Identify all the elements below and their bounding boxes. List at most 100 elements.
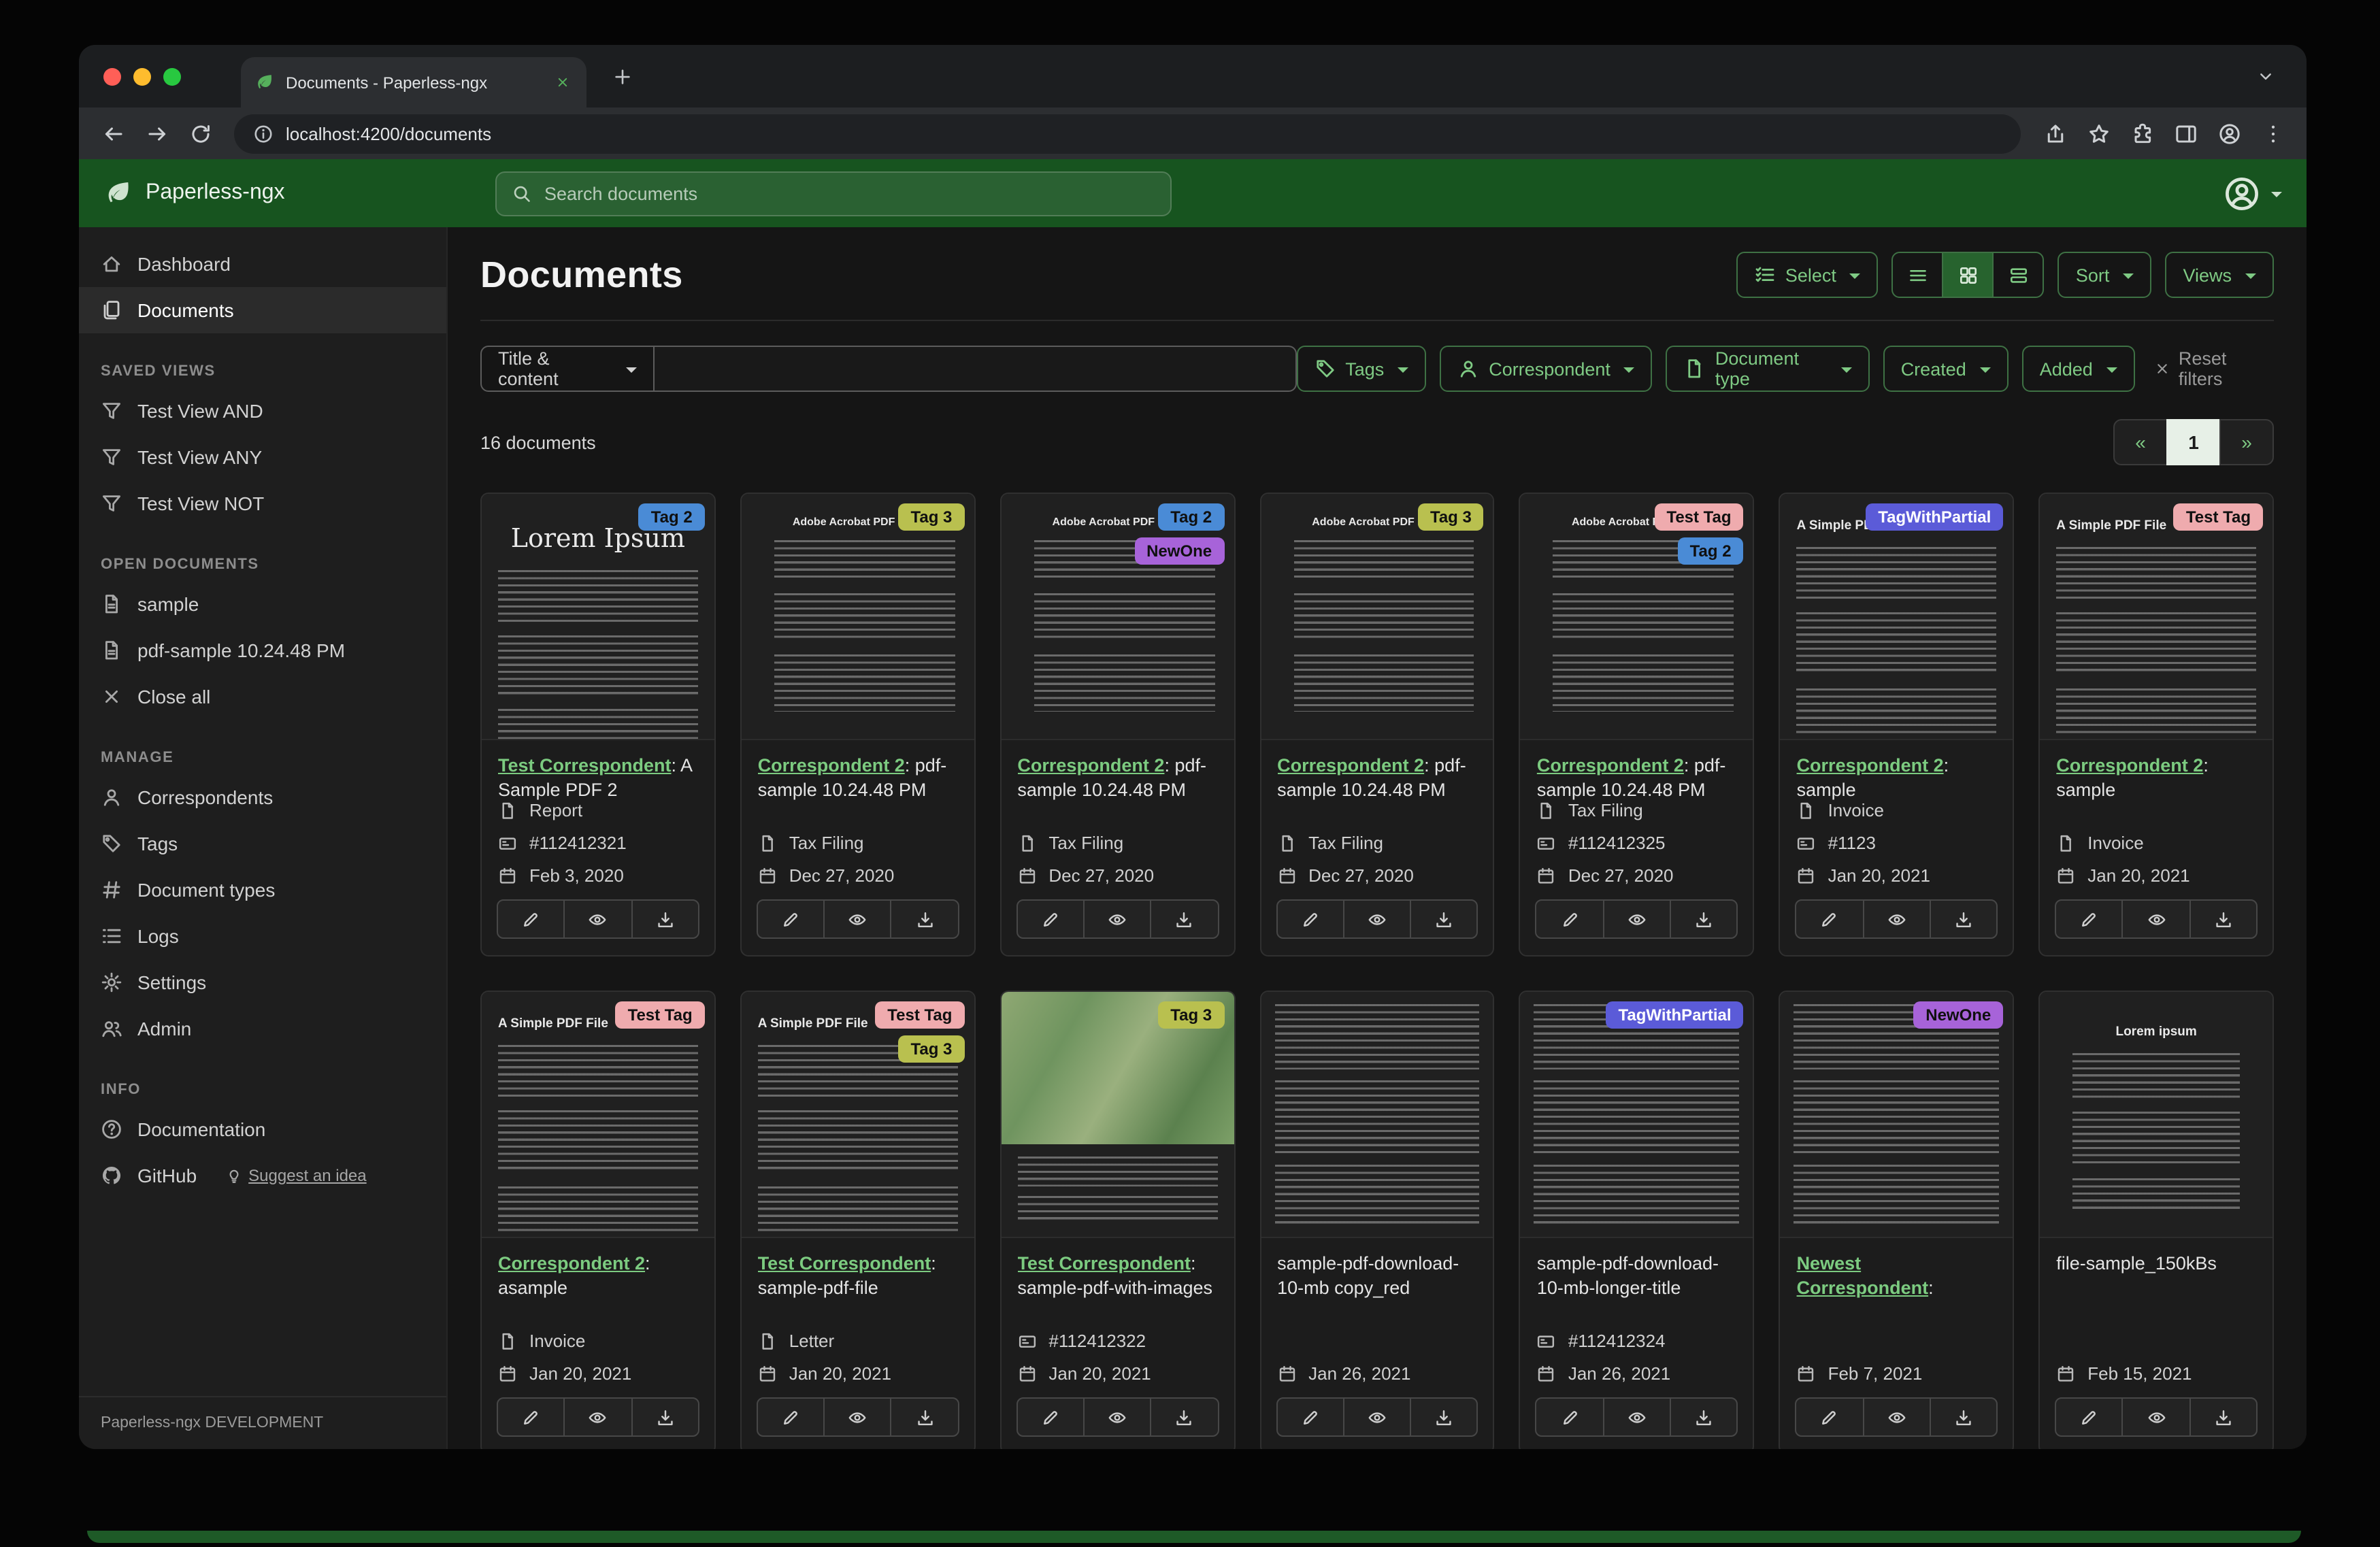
correspondent-link[interactable]: Correspondent 2 xyxy=(1017,755,1164,776)
preview-document-button[interactable] xyxy=(1342,1397,1412,1437)
sidebar-item-test-view-and[interactable]: Test View AND xyxy=(79,388,446,434)
edit-document-button[interactable] xyxy=(1795,899,1864,939)
tag-badge-tagwithpartial[interactable]: TagWithPartial xyxy=(1606,1001,1744,1029)
download-document-button[interactable] xyxy=(631,1397,699,1437)
preview-document-button[interactable] xyxy=(2121,899,2191,939)
download-document-button[interactable] xyxy=(1929,1397,1998,1437)
edit-document-button[interactable] xyxy=(497,899,565,939)
edit-document-button[interactable] xyxy=(1535,899,1604,939)
download-document-button[interactable] xyxy=(1929,899,1998,939)
document-thumbnail[interactable]: TagWithPartial xyxy=(1520,992,1753,1238)
edit-document-button[interactable] xyxy=(2055,899,2123,939)
current-page-button[interactable]: 1 xyxy=(2166,419,2221,465)
view-mode-view-list-button[interactable] xyxy=(1891,252,1944,298)
sidebar-item-documentation[interactable]: Documentation xyxy=(79,1106,446,1152)
correspondent-link[interactable]: Correspondent 2 xyxy=(758,755,905,776)
reload-button[interactable] xyxy=(180,113,220,154)
sidebar-item-documents[interactable]: Documents xyxy=(79,287,446,333)
edit-document-button[interactable] xyxy=(756,1397,825,1437)
edit-document-button[interactable] xyxy=(756,899,825,939)
user-menu-button[interactable] xyxy=(2224,175,2282,212)
document-thumbnail[interactable] xyxy=(1261,992,1493,1238)
tab-close-button[interactable] xyxy=(551,71,573,93)
sidebar-item-correspondents[interactable]: Correspondents xyxy=(79,774,446,820)
filter-document-type-button[interactable]: Document type xyxy=(1666,346,1870,392)
download-document-button[interactable] xyxy=(1410,899,1478,939)
menu-button[interactable] xyxy=(2252,113,2293,154)
correspondent-link[interactable]: Correspondent 2 xyxy=(1537,755,1684,776)
edit-document-button[interactable] xyxy=(2055,1397,2123,1437)
app-brand[interactable]: Paperless-ngx xyxy=(103,178,495,208)
preview-document-button[interactable] xyxy=(2121,1397,2191,1437)
next-page-button[interactable]: » xyxy=(2219,419,2274,465)
sidebar-item-tags[interactable]: Tags xyxy=(79,820,446,867)
previous-page-button[interactable]: « xyxy=(2113,419,2168,465)
preview-document-button[interactable] xyxy=(1082,1397,1152,1437)
address-bar[interactable]: localhost:4200/documents xyxy=(234,114,2021,153)
tag-badge-tag-3[interactable]: Tag 3 xyxy=(1158,1001,1225,1029)
browser-tab[interactable]: Documents - Paperless-ngx xyxy=(241,57,586,107)
filter-title-input[interactable] xyxy=(655,346,1297,392)
preview-document-button[interactable] xyxy=(1082,899,1152,939)
correspondent-link[interactable]: Test Correspondent xyxy=(758,1253,931,1274)
filter-tags-button[interactable]: Tags xyxy=(1296,346,1427,392)
tag-badge-tag-2[interactable]: Tag 2 xyxy=(638,503,705,531)
document-thumbnail[interactable]: A Simple PDF File Test Tag xyxy=(482,992,714,1238)
sidebar-item-test-view-not[interactable]: Test View NOT xyxy=(79,480,446,527)
document-thumbnail[interactable]: NewOne xyxy=(1780,992,2013,1238)
document-thumbnail[interactable]: Lorem Ipsum Tag 2 xyxy=(482,494,714,740)
download-document-button[interactable] xyxy=(890,899,959,939)
correspondent-link[interactable]: Correspondent 2 xyxy=(2056,755,2203,776)
sidebar-item-sample[interactable]: sample xyxy=(79,581,446,627)
tag-badge-test-tag[interactable]: Test Tag xyxy=(1654,503,1744,531)
preview-document-button[interactable] xyxy=(1862,1397,1931,1437)
document-thumbnail[interactable]: A Simple PDF File Test Tag Tag 3 xyxy=(741,992,974,1238)
edit-document-button[interactable] xyxy=(1535,1397,1604,1437)
document-thumbnail[interactable]: Adobe Acrobat PDF Files Tag 2 NewOne xyxy=(1001,494,1234,740)
preview-document-button[interactable] xyxy=(1602,1397,1671,1437)
tag-badge-test-tag[interactable]: Test Tag xyxy=(875,1001,965,1029)
download-document-button[interactable] xyxy=(1150,899,1219,939)
download-document-button[interactable] xyxy=(631,899,699,939)
sidebar-item-close-all[interactable]: Close all xyxy=(79,673,446,720)
tag-badge-newone[interactable]: NewOne xyxy=(1913,1001,2004,1029)
sidebar-item-pdf-sample-10-24-48-pm[interactable]: pdf-sample 10.24.48 PM xyxy=(79,627,446,673)
tag-badge-tag-2[interactable]: Tag 2 xyxy=(1677,537,1744,565)
filter-added-button[interactable]: Added xyxy=(2021,346,2135,392)
back-button[interactable] xyxy=(93,113,133,154)
sidebar-item-dashboard[interactable]: Dashboard xyxy=(79,241,446,287)
edit-document-button[interactable] xyxy=(1276,1397,1344,1437)
filter-correspondent-button[interactable]: Correspondent xyxy=(1440,346,1653,392)
filter-field-dropdown[interactable]: Title & content xyxy=(480,346,655,392)
preview-document-button[interactable] xyxy=(563,899,633,939)
new-tab-button[interactable] xyxy=(603,57,641,95)
tag-badge-test-tag[interactable]: Test Tag xyxy=(615,1001,705,1029)
download-document-button[interactable] xyxy=(1150,1397,1219,1437)
search-input[interactable] xyxy=(544,183,1155,203)
preview-document-button[interactable] xyxy=(1602,899,1671,939)
download-document-button[interactable] xyxy=(890,1397,959,1437)
correspondent-link[interactable]: Newest Correspondent xyxy=(1797,1253,1929,1298)
download-document-button[interactable] xyxy=(1669,899,1738,939)
view-mode-view-grid-button[interactable] xyxy=(1942,252,1994,298)
view-mode-view-details-button[interactable] xyxy=(1992,252,2045,298)
sidebar-link-suggest-an-idea[interactable]: Suggest an idea xyxy=(225,1166,367,1185)
edit-document-button[interactable] xyxy=(1016,1397,1085,1437)
tag-badge-test-tag[interactable]: Test Tag xyxy=(2173,503,2263,531)
extensions-button[interactable] xyxy=(2121,113,2162,154)
document-thumbnail[interactable]: A Simple PDF File Test Tag xyxy=(2040,494,2272,740)
tag-badge-tagwithpartial[interactable]: TagWithPartial xyxy=(1866,503,2004,531)
correspondent-link[interactable]: Test Correspondent xyxy=(1017,1253,1191,1274)
tab-search-button[interactable] xyxy=(2247,57,2285,95)
document-thumbnail[interactable]: A Simple PDF File TagWithPartial xyxy=(1780,494,2013,740)
download-document-button[interactable] xyxy=(2189,899,2258,939)
document-thumbnail[interactable]: Adobe Acrobat PDF Files Test Tag Tag 2 xyxy=(1520,494,1753,740)
side-panel-button[interactable] xyxy=(2165,113,2206,154)
page-info-icon[interactable] xyxy=(253,123,274,144)
document-thumbnail[interactable]: Adobe Acrobat PDF Files Tag 3 xyxy=(1261,494,1493,740)
edit-document-button[interactable] xyxy=(497,1397,565,1437)
preview-document-button[interactable] xyxy=(823,899,892,939)
sidebar-item-github[interactable]: GitHub Suggest an idea xyxy=(79,1152,446,1199)
download-document-button[interactable] xyxy=(1410,1397,1478,1437)
sidebar-item-document-types[interactable]: Document types xyxy=(79,867,446,913)
